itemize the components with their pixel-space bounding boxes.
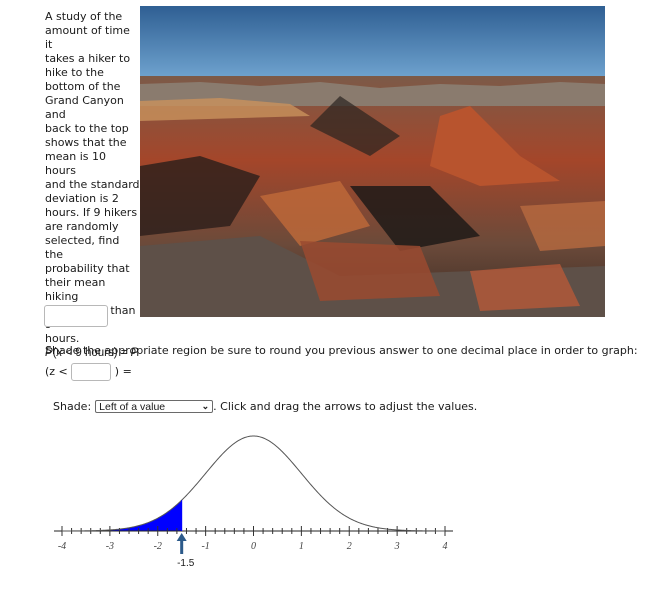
shade-control-row: Shade: Left of a value ⌄ . Click and dra…	[53, 400, 477, 413]
question-line: Grand Canyon and	[45, 94, 124, 121]
question-line: hours. If 9 hikers	[45, 206, 138, 219]
shaded-region	[62, 500, 182, 531]
z-row: (z < ) =	[45, 363, 140, 381]
arrow-value-label: -1.5	[177, 558, 195, 569]
tick-label: -2	[154, 541, 162, 552]
normal-curve	[62, 435, 445, 532]
normal-distribution-graph: -4 -3 -2 -1 0 1 2 3 4 -1.5	[54, 435, 453, 569]
z-prefix: (z <	[45, 365, 68, 378]
grand-canyon-image	[140, 6, 605, 317]
z-score-input[interactable]	[71, 363, 112, 381]
tick-label: -4	[58, 541, 66, 552]
question-line: selected, find the	[45, 234, 120, 261]
grand-canyon-photo	[140, 6, 605, 317]
tick-label: 4	[443, 541, 448, 552]
tick-label: -1	[201, 541, 209, 552]
question-line: back to the top	[45, 122, 129, 135]
instruction-text: Shade the appropriate region be sure to …	[45, 344, 638, 357]
tick-label: -3	[106, 541, 114, 552]
shade-label: Shade:	[53, 400, 92, 413]
drag-instruction: . Click and drag the arrows to adjust th…	[213, 400, 478, 413]
question-line: shows that the	[45, 136, 127, 149]
question-line: probability that	[45, 262, 130, 275]
z-suffix: ) =	[114, 365, 132, 378]
question-line: A study of the	[45, 10, 123, 23]
tick-label: 1	[299, 541, 304, 552]
question-line: are randomly	[45, 220, 119, 233]
question-line: and the standard	[45, 178, 140, 191]
tick-label: 2	[347, 541, 352, 552]
question-line: amount of time it	[45, 24, 130, 51]
shade-type-selected: Left of a value	[99, 400, 166, 413]
shade-type-select[interactable]: Left of a value ⌄	[95, 400, 214, 413]
question-line: mean is 10 hours	[45, 150, 106, 177]
question-line: bottom of the	[45, 80, 121, 93]
question-body: A study of the amount of time it takes a h…	[45, 10, 140, 346]
question-line: deviation is 2	[45, 192, 119, 205]
chevron-down-icon: ⌄	[201, 401, 210, 411]
drag-arrow-handle[interactable]	[176, 533, 187, 554]
question-line: their mean hiking	[45, 276, 106, 303]
tick-label: 3	[394, 541, 400, 552]
question-line: takes a hiker to	[45, 52, 131, 65]
tick-label: 0	[251, 541, 256, 552]
question-line: hike to the	[45, 66, 104, 79]
probability-answer-input[interactable]	[44, 305, 108, 327]
